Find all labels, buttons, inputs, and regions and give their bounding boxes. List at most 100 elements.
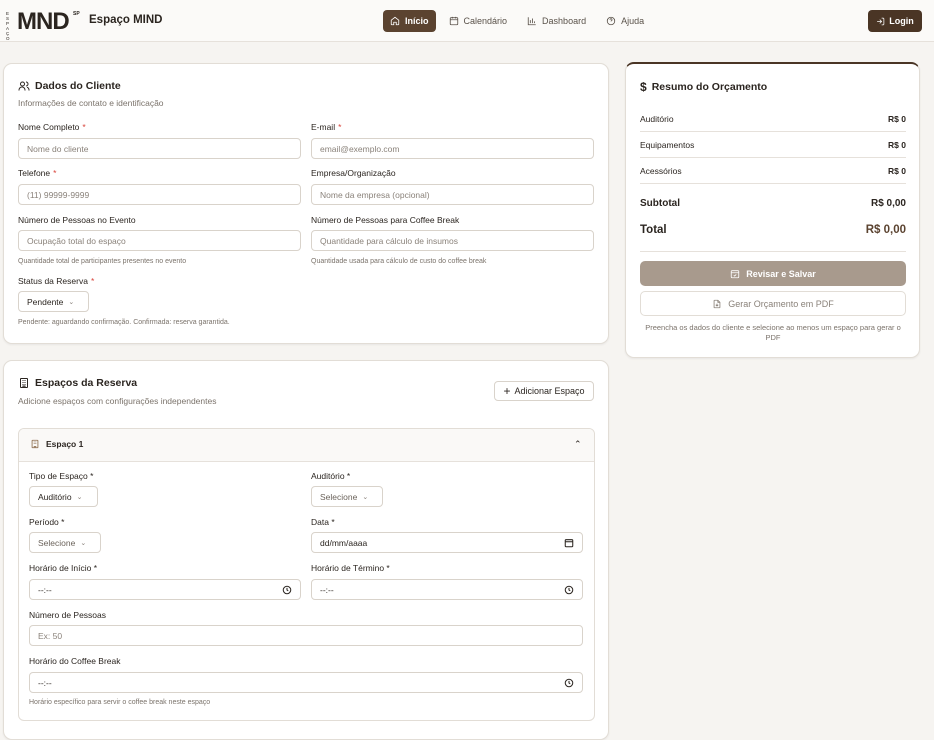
end-time-value: --:-- [320, 584, 334, 595]
email-input[interactable]: email@exemplo.com [311, 138, 594, 159]
divider [640, 251, 906, 252]
generate-pdf-label: Gerar Orçamento em PDF [728, 298, 834, 309]
add-space-label: Adicionar Espaço [514, 386, 585, 396]
coffee-people-input[interactable]: Quantidade para cálculo de insumos [311, 230, 594, 251]
review-save-label: Revisar e Salvar [746, 268, 816, 279]
start-time-input[interactable]: --:-- [29, 579, 301, 600]
building-icon [20, 378, 28, 388]
chevron-down-icon: ⌄ [68, 298, 75, 306]
total-row: Total R$ 0,00 [640, 224, 906, 236]
main-nav: Início Calendário Dashboard Ajuda [383, 10, 651, 32]
client-card: Dados do Cliente Informações de contato … [3, 63, 609, 344]
date-input[interactable]: dd/mm/aaaa [311, 532, 583, 553]
nav-label: Calendário [463, 16, 508, 26]
spaces-card-header: Espaços da Reserva [18, 377, 137, 389]
divider [640, 157, 906, 158]
logo-superscript: SP [73, 11, 80, 17]
status-value: Pendente [27, 296, 64, 307]
review-save-button[interactable]: Revisar e Salvar [640, 261, 906, 286]
clock-icon[interactable] [282, 585, 292, 595]
period-label: Período * [29, 517, 65, 527]
space-panel: Espaço 1 ⌃ Tipo de Espaço * Auditório ⌄ … [18, 428, 595, 721]
subtotal-row: Subtotal R$ 0,00 [640, 198, 906, 209]
email-label: E-mail * [311, 122, 342, 132]
auditorium-value: Selecione [320, 491, 358, 502]
people-label: Número de Pessoas no Evento [18, 215, 136, 225]
building-icon [31, 439, 39, 449]
space-panel-header[interactable]: Espaço 1 ⌃ [19, 429, 594, 462]
brand-name[interactable]: Espaço MIND [89, 14, 163, 26]
start-time-label: Horário de Início * [29, 563, 98, 573]
summary-card-header: $ Resumo do Orçamento [640, 80, 767, 94]
login-button[interactable]: Login [868, 10, 922, 32]
end-time-input[interactable]: --:-- [311, 579, 583, 600]
pdf-note: Preencha os dados do cliente e selecione… [645, 323, 901, 342]
top-bar: ESPAÇO MND SP Espaço MIND Início Calendá… [0, 0, 934, 42]
calendar-icon[interactable] [564, 538, 574, 548]
clock-icon[interactable] [564, 678, 574, 688]
login-icon [877, 17, 885, 25]
calendar-check-icon [731, 269, 740, 278]
client-card-subtitle: Informações de contato e identificação [18, 98, 164, 108]
generate-pdf-button[interactable]: Gerar Orçamento em PDF [640, 291, 906, 316]
home-icon [390, 16, 400, 26]
end-time-label: Horário de Término * [311, 563, 390, 573]
spaces-card: Espaços da Reserva Adicione espaços com … [3, 360, 609, 740]
period-value: Selecione [38, 537, 76, 548]
clock-icon[interactable] [564, 585, 574, 595]
name-input[interactable]: Nome do cliente [18, 138, 301, 159]
login-label: Login [889, 16, 914, 26]
summary-title: Resumo do Orçamento [651, 81, 768, 93]
space-panel-title: Espaço 1 [30, 439, 83, 449]
phone-label: Telefone * [18, 168, 57, 178]
nav-label: Início [405, 16, 429, 26]
space-type-select[interactable]: Auditório ⌄ [29, 486, 98, 507]
divider [640, 183, 906, 184]
file-download-icon [713, 299, 721, 308]
company-input[interactable]: Nome da empresa (opcional) [311, 184, 594, 205]
chevron-up-icon[interactable]: ⌃ [574, 439, 582, 450]
people-hint: Quantidade total de participantes presen… [18, 258, 187, 265]
status-select[interactable]: Pendente ⌄ [18, 291, 89, 312]
period-select[interactable]: Selecione ⌄ [29, 532, 101, 553]
nav-label: Dashboard [542, 16, 587, 26]
space-people-input[interactable]: Ex: 50 [29, 625, 583, 646]
divider [640, 131, 906, 132]
status-label: Status da Reserva * [18, 276, 95, 286]
bar-chart-icon [527, 17, 536, 26]
phone-input[interactable]: (11) 99999-9999 [18, 184, 301, 205]
add-space-button[interactable]: + Adicionar Espaço [494, 381, 594, 401]
chevron-down-icon: ⌄ [362, 493, 369, 501]
logo[interactable]: MND [17, 8, 70, 36]
nav-label: Ajuda [621, 16, 645, 26]
plus-icon: + [503, 384, 511, 398]
summary-row: Auditório R$ 0 [640, 114, 906, 124]
start-time-value: --:-- [38, 584, 52, 595]
company-label: Empresa/Organização [311, 168, 396, 178]
coffee-people-hint: Quantidade usada para cálculo de custo d… [311, 258, 487, 265]
chevron-down-icon: ⌄ [76, 493, 83, 501]
users-icon [18, 81, 30, 91]
spaces-card-title: Espaços da Reserva [35, 377, 138, 389]
coffee-time-input[interactable]: --:-- [29, 672, 583, 693]
spaces-card-subtitle: Adicione espaços com configurações indep… [18, 396, 217, 406]
coffee-time-label: Horário do Coffee Break [29, 656, 121, 666]
coffee-people-label: Número de Pessoas para Coffee Break [311, 215, 460, 225]
auditorium-select[interactable]: Selecione ⌄ [311, 486, 383, 507]
date-label: Data * [311, 517, 335, 527]
date-value: dd/mm/aaaa [320, 537, 368, 548]
coffee-time-value: --:-- [38, 677, 52, 688]
auditorium-label: Auditório * [311, 471, 351, 481]
summary-card: $ Resumo do Orçamento Auditório R$ 0 Equi… [625, 62, 920, 358]
people-input[interactable]: Ocupação total do espaço [18, 230, 301, 251]
space-type-label: Tipo de Espaço * [29, 471, 94, 481]
name-label: Nome Completo * [18, 122, 86, 132]
client-card-header: Dados do Cliente [18, 80, 121, 92]
nav-inicio[interactable]: Início [383, 10, 436, 32]
nav-calendario[interactable]: Calendário [442, 10, 515, 32]
space-type-value: Auditório [38, 491, 72, 502]
nav-ajuda[interactable]: Ajuda [599, 10, 651, 32]
client-card-title: Dados do Cliente [35, 80, 121, 92]
calendar-icon [449, 16, 458, 26]
nav-dashboard[interactable]: Dashboard [520, 10, 593, 32]
